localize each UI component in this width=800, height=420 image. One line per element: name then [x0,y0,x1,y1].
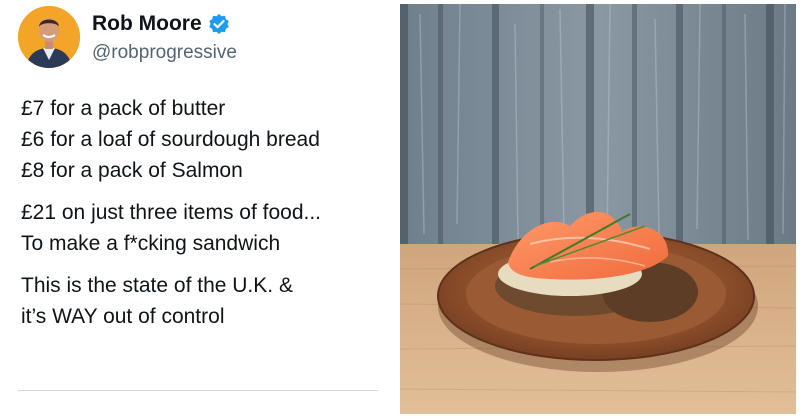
tweet-line: £21 on just three items of food... [21,201,322,224]
tweet-media-photo[interactable] [400,4,796,414]
tweet-line: This is the state of the U.K. & [21,274,293,297]
tweet-line: £6 for a loaf of sourdough bread [21,128,320,151]
author-display-name[interactable]: Rob Moore [92,12,202,36]
tweet-line: To make a f*cking sandwich [21,232,281,255]
salmon-sandwich-photo-icon [400,4,796,414]
tweet-paragraph: £21 on just three items of food... To ma… [21,197,393,259]
tweet-line: £8 for a pack of Salmon [21,159,243,182]
profile-photo-icon [18,6,80,68]
divider [18,390,378,391]
tweet-card: Rob Moore @robprogressive £7 for a pack … [0,0,400,420]
tweet-line: £7 for a pack of butter [21,97,226,120]
verified-badge-icon [208,13,230,35]
tweet-text: £7 for a pack of butter £6 for a loaf of… [21,93,393,343]
author-handle[interactable]: @robprogressive [92,42,237,64]
tweet-paragraph: This is the state of the U.K. & it’s WAY… [21,270,393,332]
author-name-row[interactable]: Rob Moore [92,12,230,36]
tweet-paragraph: £7 for a pack of butter £6 for a loaf of… [21,93,393,186]
avatar[interactable] [18,6,80,68]
tweet-line: it’s WAY out of control [21,305,225,328]
